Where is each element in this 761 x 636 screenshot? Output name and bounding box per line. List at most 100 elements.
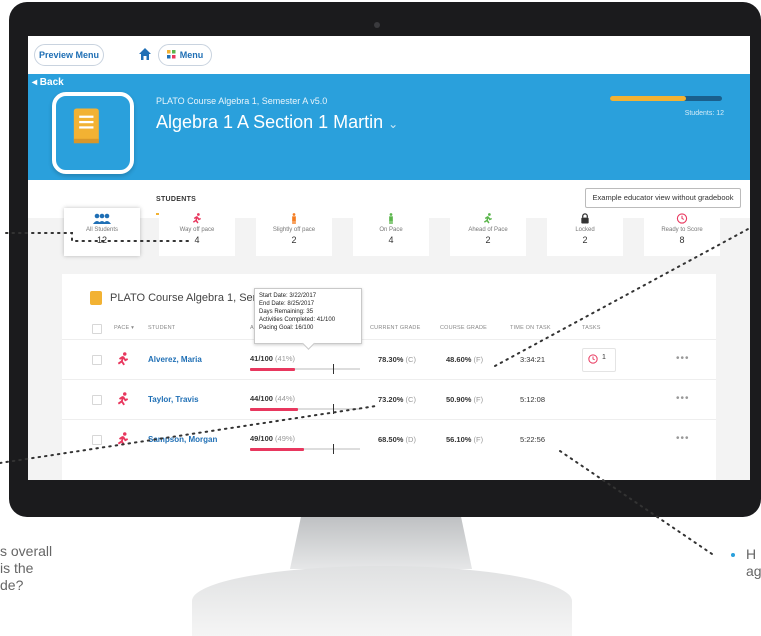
- course-grade-letter: (F): [473, 355, 484, 364]
- runner-icon: [117, 392, 129, 406]
- activity-progress-fill: [250, 447, 304, 451]
- filter-label: On Pace: [379, 227, 403, 233]
- filter-slightly-off-pace[interactable]: Slightly off pace 2: [256, 208, 332, 256]
- callout-right-line: ag: [746, 563, 761, 579]
- column-header-course-grade[interactable]: COURSE GRADE: [440, 325, 487, 331]
- activities-value: 41/100 (41%): [250, 354, 295, 363]
- course-title-text: Algebra 1 A Section 1 Martin: [156, 112, 384, 132]
- tab-students[interactable]: STUDENTS: [156, 196, 196, 203]
- student-table-panel: PLATO Course Algebra 1, Ser PACE ▾ STUDE…: [62, 274, 716, 480]
- student-name-link[interactable]: Sampson, Morgan: [148, 435, 217, 444]
- person-icon: [389, 213, 393, 224]
- column-header-time-on-task[interactable]: TIME ON TASK: [510, 325, 551, 331]
- back-link[interactable]: ◂ Back: [32, 77, 64, 88]
- monitor-stand-neck: [290, 517, 472, 569]
- course-header: ◂ Back PLATO Course Algebra 1, Semester …: [28, 74, 750, 180]
- column-header-student[interactable]: STUDENT: [148, 325, 175, 331]
- current-grade-value: 78.30%: [378, 355, 404, 364]
- row-checkbox[interactable]: [92, 355, 102, 365]
- clock-icon: [676, 213, 688, 224]
- select-all-checkbox[interactable]: [92, 324, 102, 334]
- panel-title: PLATO Course Algebra 1, Ser: [110, 292, 257, 304]
- current-grade-letter: (D): [405, 435, 416, 444]
- pace-filter-bar: All Students 12 Way off pace 4 Slightly …: [64, 208, 750, 264]
- filter-way-off-pace[interactable]: Way off pace 4: [159, 208, 235, 256]
- gradebook-view-button[interactable]: Example educator view without gradebook: [585, 188, 741, 208]
- preview-menu-button[interactable]: Preview Menu: [34, 44, 104, 66]
- tooltip-days-remaining: Days Remaining: 35: [259, 309, 314, 315]
- book-icon: [73, 108, 99, 144]
- menu-label: Menu: [179, 50, 204, 60]
- screen: Preview Menu Menu ◂ Back PLATO Course Al…: [28, 36, 750, 480]
- menu-button[interactable]: Menu: [158, 44, 212, 66]
- table-row[interactable]: Taylor, Travis 44/100 (44%) 73.20% (C) 5…: [62, 379, 716, 419]
- filter-label: Ready to Score: [661, 227, 703, 233]
- column-header-pace[interactable]: PACE ▾: [114, 325, 134, 331]
- current-grade-value: 68.50%: [378, 435, 404, 444]
- activity-progress-bar: [250, 364, 360, 374]
- row-checkbox[interactable]: [92, 395, 102, 405]
- filter-ahead-of-pace[interactable]: Ahead of Pace 2: [450, 208, 526, 256]
- chevron-down-icon[interactable]: ⌄: [388, 117, 398, 131]
- callout-bullet: [731, 553, 735, 557]
- current-grade-letter: (C): [405, 395, 416, 404]
- filter-locked[interactable]: Locked 2: [547, 208, 623, 256]
- runner-icon: [117, 352, 129, 366]
- student-name-link[interactable]: Taylor, Travis: [148, 395, 199, 404]
- table-row[interactable]: Alverez, Maria 41/100 (41%) 78.30% (C) 4…: [62, 339, 716, 379]
- filter-count: 8: [679, 235, 685, 245]
- course-grade: 50.90% (F): [446, 395, 483, 404]
- tooltip-pacing-goal: Pacing Goal: 16/100: [259, 325, 314, 331]
- tasks-button[interactable]: 1: [582, 348, 616, 372]
- more-options-icon[interactable]: •••: [676, 353, 690, 364]
- course-title[interactable]: Algebra 1 A Section 1 Martin ⌄: [156, 112, 398, 133]
- activities-percent: (49%): [275, 434, 296, 443]
- pace-goal-marker: [332, 364, 334, 374]
- home-icon[interactable]: [138, 47, 152, 61]
- activity-progress-bar: [250, 444, 360, 454]
- course-grade-value: 56.10%: [446, 435, 472, 444]
- lock-icon: [581, 213, 589, 224]
- monitor-stand-base: [192, 566, 572, 636]
- activities-value: 49/100 (49%): [250, 434, 295, 443]
- camera-dot: [374, 22, 380, 28]
- filter-count: 12: [96, 235, 107, 245]
- time-on-task: 5:12:08: [520, 395, 546, 404]
- runner-icon: [192, 213, 201, 224]
- callout-left-line: is the: [0, 560, 34, 576]
- activities-value: 44/100 (44%): [250, 394, 295, 403]
- course-progress-fill: [610, 96, 687, 101]
- row-checkbox[interactable]: [92, 435, 102, 445]
- more-options-icon[interactable]: •••: [676, 393, 690, 404]
- column-header-current-grade[interactable]: CURRENT GRADE: [370, 325, 420, 331]
- activities-count: 44/100: [250, 394, 273, 403]
- activity-progress-fill: [250, 367, 296, 371]
- more-options-icon[interactable]: •••: [676, 433, 690, 444]
- tooltip-activities-completed: Activities Completed: 41/100: [259, 317, 336, 323]
- filter-ready-to-score[interactable]: Ready to Score 8: [644, 208, 720, 256]
- runner-icon: [483, 213, 492, 224]
- callout-right: H ag: [746, 546, 761, 580]
- top-bar: Preview Menu Menu: [28, 36, 750, 74]
- filter-count: 2: [582, 235, 588, 245]
- filter-all-students[interactable]: All Students 12: [64, 208, 140, 256]
- time-on-task: 5:22:56: [520, 435, 546, 444]
- pacing-tooltip: Start Date: 3/22/2017 End Date: 8/25/201…: [254, 288, 362, 344]
- course-grade-value: 48.60%: [446, 355, 472, 364]
- activities-count: 41/100: [250, 354, 273, 363]
- student-name-link[interactable]: Alverez, Maria: [148, 355, 202, 364]
- group-icon: [93, 213, 111, 224]
- filter-count: 2: [291, 235, 297, 245]
- book-icon: [90, 291, 102, 305]
- filter-on-pace[interactable]: On Pace 4: [353, 208, 429, 256]
- table-row[interactable]: Sampson, Morgan 49/100 (49%) 68.50% (D) …: [62, 419, 716, 459]
- course-grade-letter: (F): [473, 395, 484, 404]
- filter-count: 4: [194, 235, 200, 245]
- callout-right-line: H: [746, 546, 757, 562]
- current-grade-letter: (C): [405, 355, 416, 364]
- course-grade-letter: (F): [473, 435, 484, 444]
- tooltip-end-date: End Date: 8/25/2017: [259, 301, 315, 307]
- person-icon: [292, 213, 296, 224]
- column-header-tasks: TASKS: [582, 325, 601, 331]
- filter-label: Way off pace: [179, 227, 215, 233]
